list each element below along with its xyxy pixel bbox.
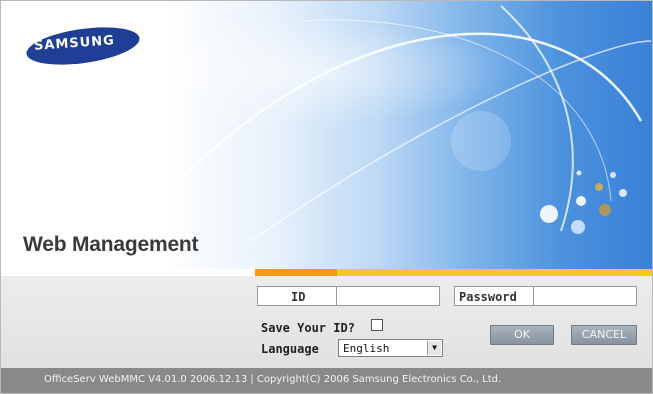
accent-stripe-white [1,269,255,276]
header-banner: SAMSUNG Web Management [1,1,652,269]
ok-button[interactable]: OK [490,325,554,345]
id-label-box: ID [257,286,337,306]
footer-copyright: OfficeServ WebMMC V4.01.0 2006.12.13 | C… [44,374,502,385]
id-input[interactable] [336,286,440,306]
password-input[interactable] [533,286,637,306]
password-label-box: Password [454,286,534,306]
id-label: ID [291,290,306,304]
password-label: Password [459,290,517,304]
language-selected-value: English [343,342,390,355]
save-id-checkbox[interactable] [371,319,383,331]
accent-stripe-yellow [337,269,652,276]
cancel-button[interactable]: CANCEL [571,325,637,345]
accent-stripe-orange [255,269,337,276]
language-select[interactable]: English ▼ [338,339,443,357]
footer: OfficeServ WebMMC V4.01.0 2006.12.13 | C… [1,368,652,393]
language-label: Language [261,342,319,356]
save-id-label: Save Your ID? [261,321,355,335]
chevron-down-icon[interactable]: ▼ [427,341,441,355]
login-window: SAMSUNG Web Management ID Password Save … [0,0,653,394]
page-title: Web Management [23,233,199,256]
